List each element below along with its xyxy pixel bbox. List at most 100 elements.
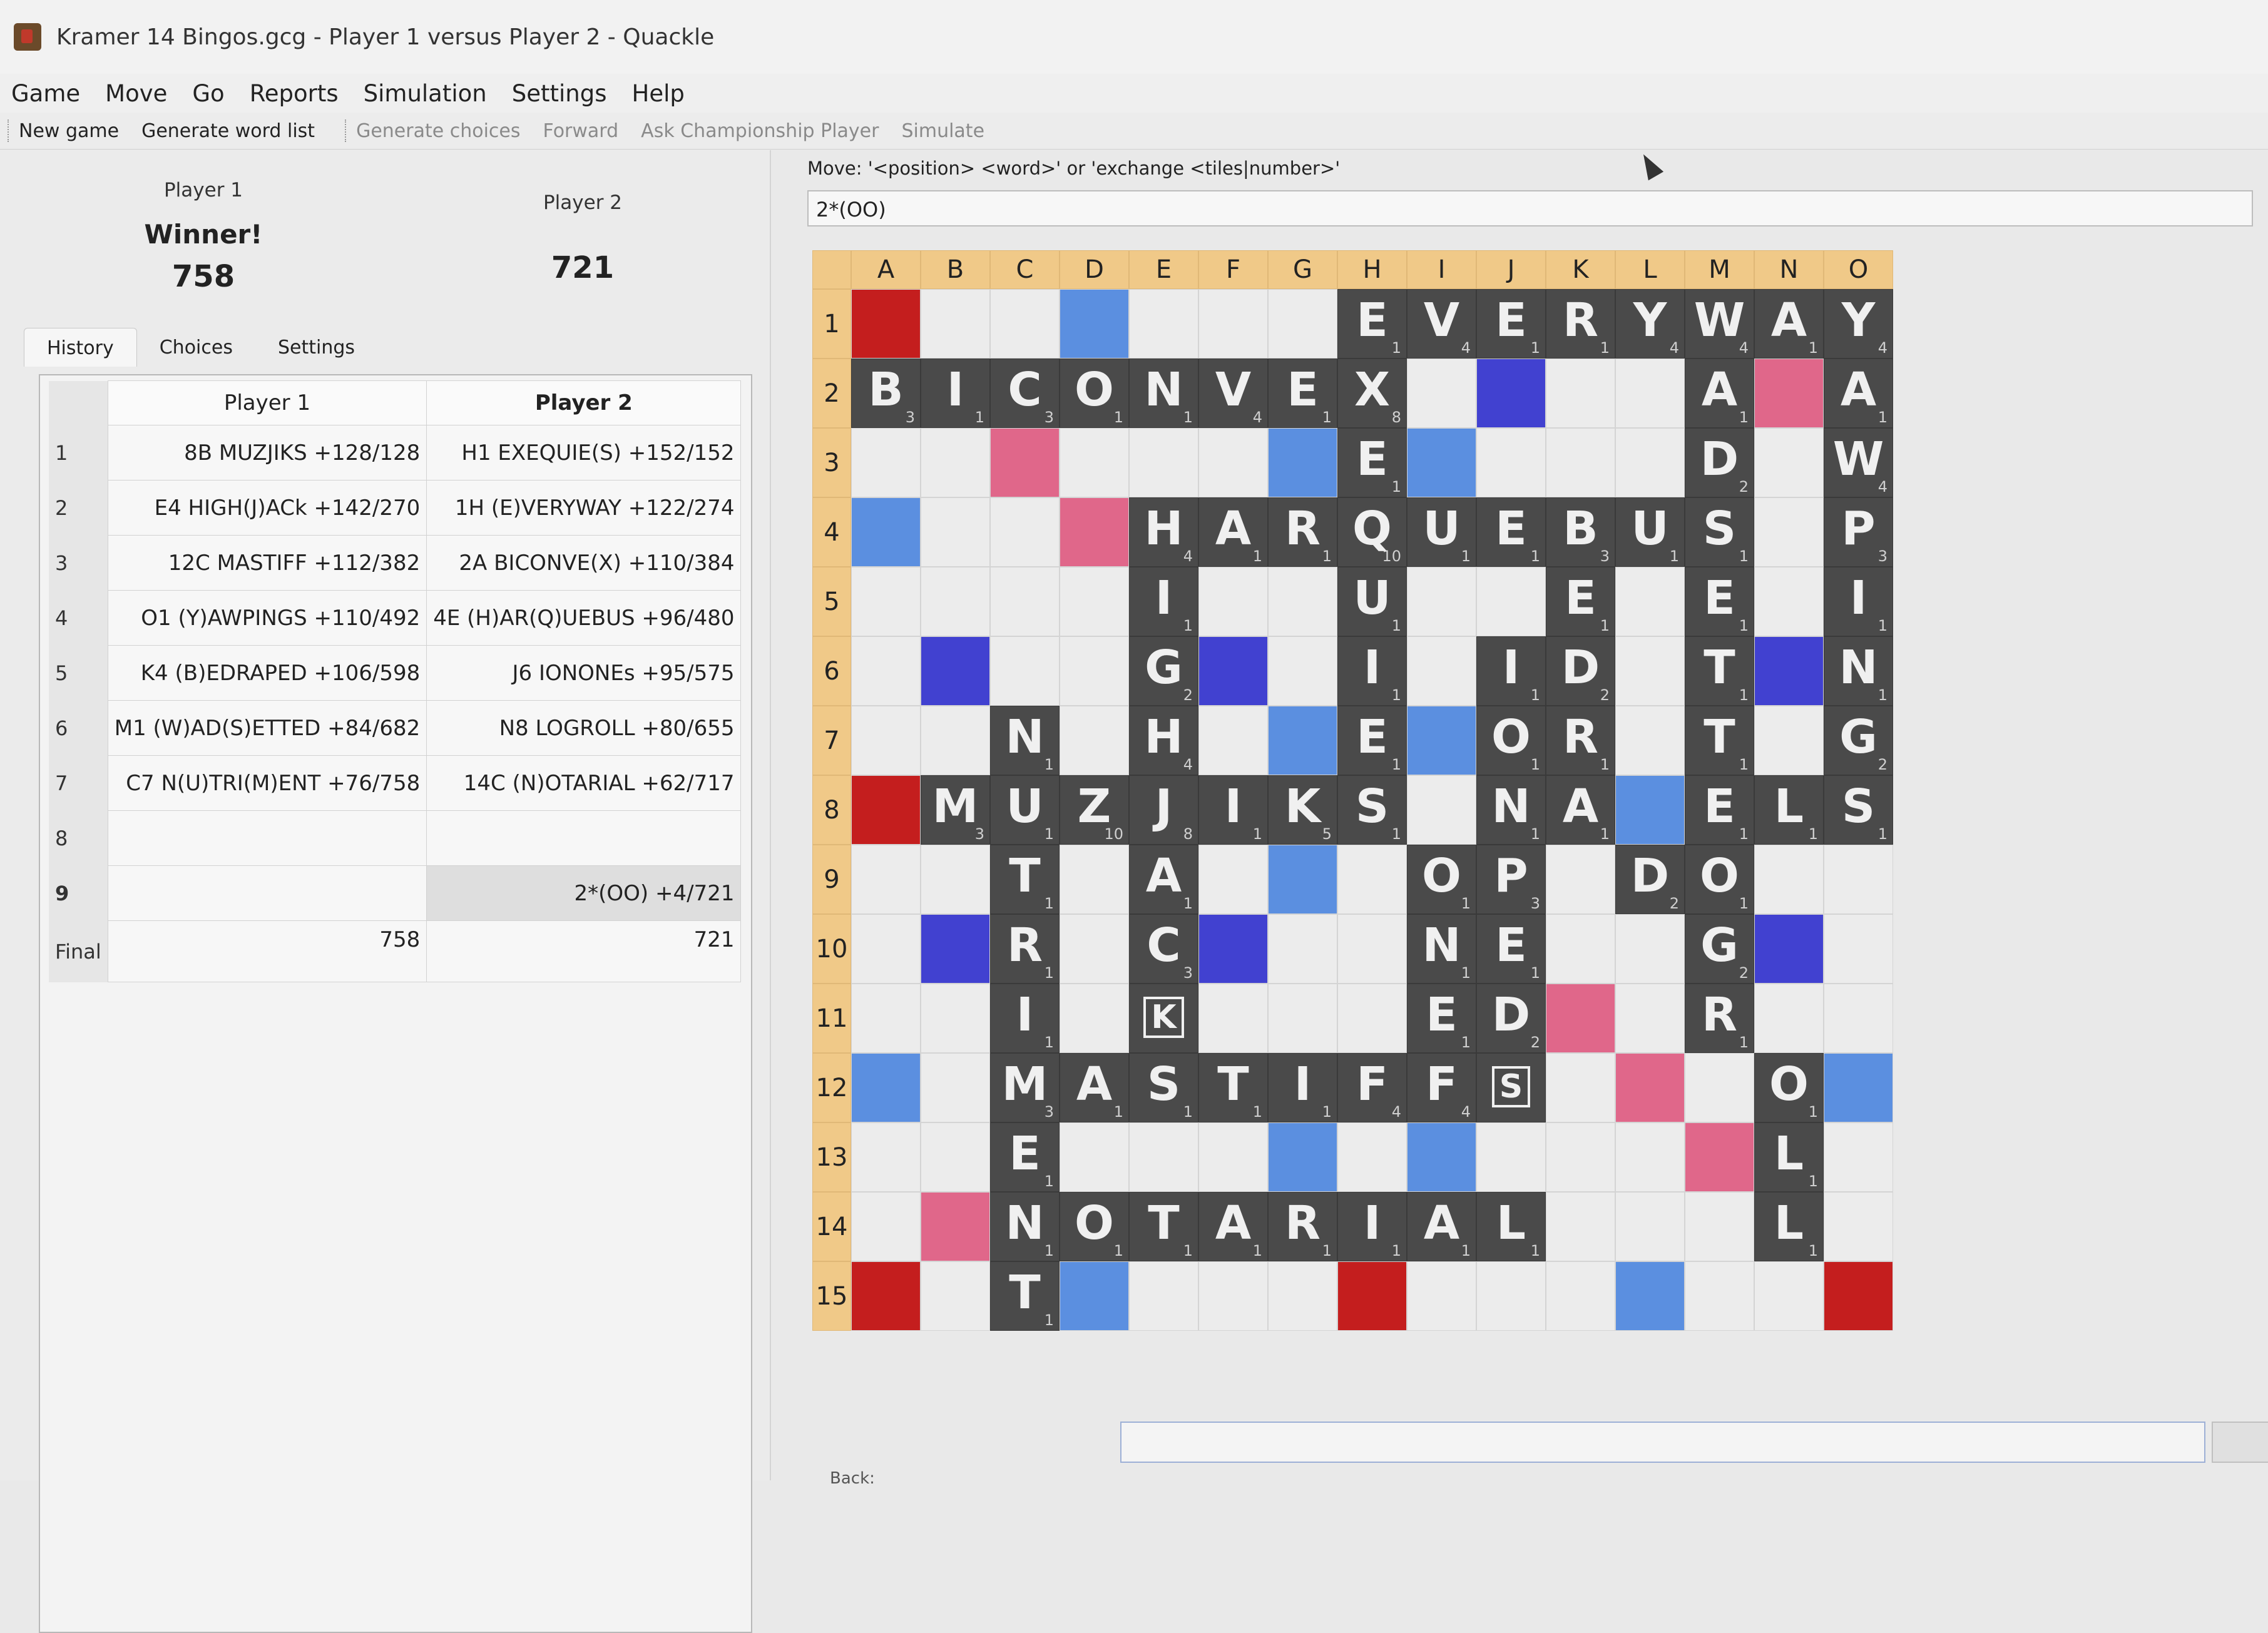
square-c6[interactable]: [990, 636, 1060, 706]
tile-j4[interactable]: 1E: [1476, 497, 1546, 567]
tile-h7[interactable]: 1E: [1337, 706, 1407, 775]
tile-d14[interactable]: 1O: [1060, 1192, 1129, 1261]
tile-j14[interactable]: 1L: [1476, 1192, 1546, 1261]
tw-square-a15[interactable]: [851, 1261, 921, 1331]
square-i6[interactable]: [1407, 636, 1476, 706]
square-d5[interactable]: [1060, 567, 1129, 636]
square-f9[interactable]: [1198, 845, 1268, 914]
tab-settings[interactable]: Settings: [255, 328, 377, 367]
square-h9[interactable]: [1337, 845, 1407, 914]
table-row[interactable]: 7 C7 N(U)TRI(M)ENT +76/758 14C (N)OTARIA…: [49, 755, 742, 811]
tile-i14[interactable]: 1A: [1407, 1192, 1476, 1261]
square-d7[interactable]: [1060, 706, 1129, 775]
square-f11[interactable]: [1198, 984, 1268, 1053]
player2-move[interactable]: [426, 810, 742, 866]
tile-m1[interactable]: 4W: [1685, 289, 1754, 359]
square-i8[interactable]: [1407, 775, 1476, 845]
square-f13[interactable]: [1198, 1122, 1268, 1192]
tile-h2[interactable]: 8X: [1337, 359, 1407, 428]
tile-i9[interactable]: 1O: [1407, 845, 1476, 914]
square-g15[interactable]: [1268, 1261, 1337, 1331]
tl-square-f10[interactable]: [1198, 914, 1268, 984]
square-e1[interactable]: [1129, 289, 1198, 359]
tile-k5[interactable]: 1E: [1546, 567, 1615, 636]
tile-j8[interactable]: 1N: [1476, 775, 1546, 845]
tile-d2[interactable]: 1O: [1060, 359, 1129, 428]
square-h11[interactable]: [1337, 984, 1407, 1053]
square-b11[interactable]: [921, 984, 990, 1053]
tile-j12[interactable]: S: [1476, 1053, 1546, 1122]
dl-square-o12[interactable]: [1824, 1053, 1893, 1122]
table-row[interactable]: 1 8B MUZJIKS +128/128 H1 EXEQUIE(S) +152…: [49, 425, 742, 481]
dl-square-a4[interactable]: [851, 497, 921, 567]
square-j15[interactable]: [1476, 1261, 1546, 1331]
tile-k4[interactable]: 3B: [1546, 497, 1615, 567]
tw-square-a8[interactable]: [851, 775, 921, 845]
square-d3[interactable]: [1060, 428, 1129, 497]
tile-j6[interactable]: 1I: [1476, 636, 1546, 706]
tile-c8[interactable]: 1U: [990, 775, 1060, 845]
tile-g8[interactable]: 5K: [1268, 775, 1337, 845]
tile-o7[interactable]: 2G: [1824, 706, 1893, 775]
tile-o8[interactable]: 1S: [1824, 775, 1893, 845]
tile-k6[interactable]: 2D: [1546, 636, 1615, 706]
square-k12[interactable]: [1546, 1053, 1615, 1122]
table-row[interactable]: 2 E4 HIGH(J)ACk +142/270 1H (E)VERYWAY +…: [49, 480, 742, 536]
square-k14[interactable]: [1546, 1192, 1615, 1261]
table-row[interactable]: 4 O1 (Y)AWPINGS +110/492 4E (H)AR(Q)UEBU…: [49, 590, 742, 646]
tile-n14[interactable]: 1L: [1754, 1192, 1824, 1261]
tile-f2[interactable]: 4V: [1198, 359, 1268, 428]
tile-c12[interactable]: 3M: [990, 1053, 1060, 1122]
tile-c11[interactable]: 1I: [990, 984, 1060, 1053]
dw-square-m13[interactable]: [1685, 1122, 1754, 1192]
dl-square-i3[interactable]: [1407, 428, 1476, 497]
tile-j10[interactable]: 1E: [1476, 914, 1546, 984]
tile-h3[interactable]: 1E: [1337, 428, 1407, 497]
dl-square-i7[interactable]: [1407, 706, 1476, 775]
square-i5[interactable]: [1407, 567, 1476, 636]
square-a6[interactable]: [851, 636, 921, 706]
generate-choices-button[interactable]: Generate choices: [356, 120, 520, 142]
tile-j9[interactable]: 3P: [1476, 845, 1546, 914]
player1-move[interactable]: O1 (Y)AWPINGS +110/492: [107, 590, 427, 646]
generate-word-list-button[interactable]: Generate word list: [141, 120, 315, 142]
square-e13[interactable]: [1129, 1122, 1198, 1192]
square-n15[interactable]: [1754, 1261, 1824, 1331]
player2-move[interactable]: 2A BICONVE(X) +110/384: [426, 535, 742, 591]
tile-h5[interactable]: 1U: [1337, 567, 1407, 636]
square-n3[interactable]: [1754, 428, 1824, 497]
tile-m5[interactable]: 1E: [1685, 567, 1754, 636]
square-c1[interactable]: [990, 289, 1060, 359]
square-a11[interactable]: [851, 984, 921, 1053]
tile-o5[interactable]: 1I: [1824, 567, 1893, 636]
tile-g2[interactable]: 1E: [1268, 359, 1337, 428]
square-m14[interactable]: [1685, 1192, 1754, 1261]
square-g10[interactable]: [1268, 914, 1337, 984]
tl-square-j2[interactable]: [1476, 359, 1546, 428]
tile-k7[interactable]: 1R: [1546, 706, 1615, 775]
square-f15[interactable]: [1198, 1261, 1268, 1331]
player2-move[interactable]: 1H (E)VERYWAY +122/274: [426, 480, 742, 536]
square-l13[interactable]: [1615, 1122, 1685, 1192]
player1-move[interactable]: 8B MUZJIKS +128/128: [107, 425, 427, 481]
square-b9[interactable]: [921, 845, 990, 914]
dw-square-d4[interactable]: [1060, 497, 1129, 567]
player1-move[interactable]: [107, 865, 427, 921]
square-f3[interactable]: [1198, 428, 1268, 497]
tile-n8[interactable]: 1L: [1754, 775, 1824, 845]
tile-m4[interactable]: 1S: [1685, 497, 1754, 567]
tile-n12[interactable]: 1O: [1754, 1053, 1824, 1122]
dw-square-b14[interactable]: [921, 1192, 990, 1261]
tile-f4[interactable]: 1A: [1198, 497, 1268, 567]
square-d11[interactable]: [1060, 984, 1129, 1053]
tl-square-b6[interactable]: [921, 636, 990, 706]
square-f5[interactable]: [1198, 567, 1268, 636]
square-k2[interactable]: [1546, 359, 1615, 428]
tab-history[interactable]: History: [24, 328, 137, 367]
square-g5[interactable]: [1268, 567, 1337, 636]
square-a3[interactable]: [851, 428, 921, 497]
table-row[interactable]: 9 2*(OO) +4/721: [49, 865, 742, 921]
square-c5[interactable]: [990, 567, 1060, 636]
tile-m10[interactable]: 2G: [1685, 914, 1754, 984]
tile-e11[interactable]: K: [1129, 984, 1198, 1053]
